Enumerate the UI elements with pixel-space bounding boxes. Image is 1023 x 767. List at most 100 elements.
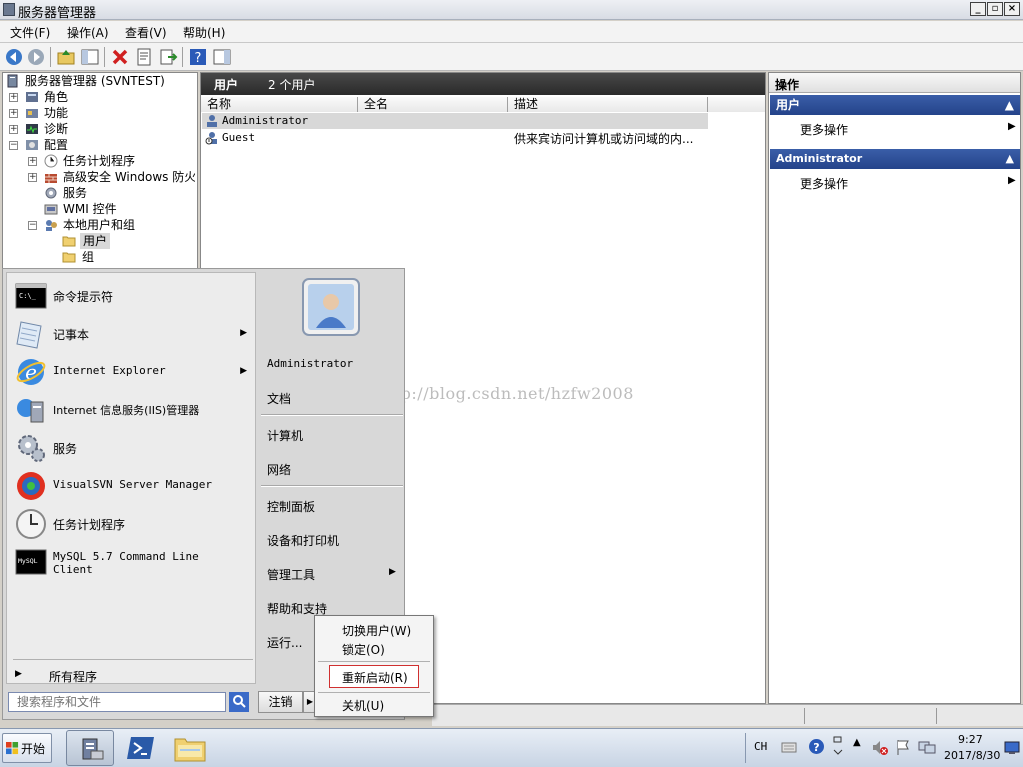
collapse-icon[interactable]: ▲	[1005, 95, 1014, 115]
expand-toggle[interactable]: +	[9, 109, 18, 118]
language-indicator[interactable]: CH	[754, 740, 767, 753]
start-item-visualsvn[interactable]: VisualSVN Server Manager	[15, 469, 251, 503]
cmd-icon: C:\_	[15, 283, 47, 309]
column-header-fullname[interactable]: 全名	[358, 97, 508, 112]
explorer-folder-icon[interactable]	[174, 733, 206, 763]
search-icon[interactable]	[229, 692, 249, 712]
start-item-mysql[interactable]: MySQL MySQL 5.7 Command Line Client	[15, 545, 251, 583]
server-manager-icon	[82, 738, 104, 760]
action-center-flag-icon[interactable]	[895, 739, 911, 756]
volume-muted-icon[interactable]	[871, 739, 889, 756]
tree-item-groups[interactable]: 组	[82, 249, 94, 265]
show-hidden-icons-icon[interactable]: ▲	[853, 737, 861, 748]
start-item-ie[interactable]: e Internet Explorer ▶	[15, 355, 251, 389]
menu-file[interactable]: 文件(F)	[10, 24, 50, 41]
expand-toggle[interactable]: +	[28, 157, 37, 166]
help-icon[interactable]: ?	[188, 47, 208, 67]
expand-toggle[interactable]: +	[28, 173, 37, 182]
menu-view[interactable]: 查看(V)	[125, 24, 167, 41]
collapse-icon[interactable]: ▲	[1006, 149, 1014, 169]
search-input[interactable]	[8, 692, 226, 712]
start-admin-tools[interactable]: 管理工具	[267, 566, 315, 583]
start-item-task-scheduler[interactable]: 任务计划程序	[15, 507, 251, 541]
logoff-button[interactable]: 注销	[258, 691, 303, 713]
start-button[interactable]: 开始	[2, 733, 52, 763]
title-bar: 服务器管理器 _ ▫ ×	[0, 0, 1023, 21]
more-actions-link[interactable]: 更多操作	[800, 121, 848, 138]
show-desktop-icon[interactable]	[1004, 741, 1020, 755]
show-action-pane-icon[interactable]	[212, 47, 232, 67]
expand-toggle[interactable]: +	[9, 125, 18, 134]
tree-item-roles[interactable]: 角色	[44, 89, 68, 105]
start-run[interactable]: 运行...	[267, 634, 302, 651]
table-row[interactable]: Guest 供来宾访问计算机或访问域的内...	[202, 130, 708, 146]
tree-root[interactable]: 服务器管理器 (SVNTEST)	[25, 73, 165, 89]
up-folder-icon[interactable]	[56, 47, 76, 67]
windows-logo-icon	[6, 742, 19, 755]
taskbar: 开始 CH ? ▲ 9:27 2017/8/30	[0, 728, 1023, 767]
start-item-notepad[interactable]: 记事本 ▶	[15, 317, 251, 351]
tree-item-users[interactable]: 用户	[80, 233, 111, 249]
start-network[interactable]: 网络	[267, 461, 291, 478]
powershell-icon[interactable]	[126, 734, 156, 762]
network-icon[interactable]	[918, 739, 936, 756]
more-actions-link[interactable]: 更多操作	[800, 175, 848, 192]
all-programs-link[interactable]: 所有程序	[49, 668, 97, 685]
arrow-right-icon: ▶	[1008, 175, 1016, 186]
help-circle-icon[interactable]: ?	[808, 738, 825, 755]
collapse-toggle[interactable]: −	[9, 141, 18, 150]
start-item-services[interactable]: 服务	[15, 431, 251, 465]
menu-item-lock[interactable]: 锁定(O)	[342, 641, 385, 658]
tree-item-firewall[interactable]: 高级安全 Windows 防火墙	[63, 169, 195, 185]
actions-section-users[interactable]: 用户 ▲	[770, 95, 1020, 115]
restore-button[interactable]: ▫	[987, 2, 1003, 16]
clock-time[interactable]: 9:27	[958, 733, 983, 746]
tree-item-wmi[interactable]: WMI 控件	[63, 201, 117, 217]
table-row[interactable]: Administrator	[202, 113, 708, 129]
column-header-name[interactable]: 名称	[201, 97, 358, 112]
start-control-panel[interactable]: 控制面板	[267, 498, 315, 515]
tree-item-task-scheduler[interactable]: 任务计划程序	[63, 153, 135, 169]
start-documents[interactable]: 文档	[267, 390, 291, 407]
collapse-toggle[interactable]: −	[28, 221, 37, 230]
expand-toggle[interactable]: +	[9, 93, 18, 102]
column-header-description[interactable]: 描述	[508, 97, 708, 112]
start-item-cmd[interactable]: C:\_ 命令提示符	[15, 279, 251, 313]
center-header-count: 2 个用户	[268, 78, 316, 92]
clock-icon	[44, 154, 58, 168]
tree-item-diagnostics[interactable]: 诊断	[44, 121, 68, 137]
show-hide-tree-icon[interactable]	[80, 47, 100, 67]
delete-icon[interactable]	[110, 47, 130, 67]
tree-item-features[interactable]: 功能	[44, 105, 68, 121]
actions-section-administrator[interactable]: Administrator ▲	[770, 149, 1020, 169]
taskbar-server-manager[interactable]	[66, 730, 114, 766]
export-icon[interactable]	[158, 47, 178, 67]
features-icon	[26, 109, 38, 118]
svg-text:C:\_: C:\_	[19, 292, 37, 300]
properties-icon[interactable]	[134, 47, 154, 67]
close-button[interactable]: ×	[1004, 2, 1020, 16]
start-computer[interactable]: 计算机	[267, 427, 303, 444]
menu-action[interactable]: 操作(A)	[67, 24, 109, 41]
folder-icon	[62, 252, 76, 263]
menu-item-switch-user[interactable]: 切换用户(W)	[342, 622, 411, 639]
clock-date[interactable]: 2017/8/30	[944, 749, 1000, 762]
start-item-iis[interactable]: Internet 信息服务(IIS)管理器	[15, 393, 251, 427]
keyboard-icon[interactable]	[781, 739, 797, 755]
svg-text:?: ?	[813, 741, 819, 754]
menu-help[interactable]: 帮助(H)	[183, 24, 225, 41]
tree-item-local-users[interactable]: 本地用户和组	[63, 217, 135, 233]
start-menu-programs: C:\_ 命令提示符 记事本 ▶ e Internet Explorer ▶ I…	[6, 272, 256, 684]
back-icon[interactable]	[4, 47, 24, 67]
start-user-name[interactable]: Administrator	[267, 357, 353, 370]
tree-item-config[interactable]: 配置	[44, 137, 68, 153]
tree-item-services[interactable]: 服务	[63, 185, 87, 201]
menu-item-restart[interactable]: 重新启动(R)	[342, 669, 408, 686]
minimize-button[interactable]: _	[970, 2, 986, 16]
ime-options-icon[interactable]	[832, 735, 844, 759]
avatar[interactable]	[302, 278, 360, 336]
menu-item-shutdown[interactable]: 关机(U)	[342, 697, 384, 714]
start-devices-printers[interactable]: 设备和打印机	[267, 532, 339, 549]
start-label: 开始	[21, 742, 46, 756]
forward-icon[interactable]	[26, 47, 46, 67]
